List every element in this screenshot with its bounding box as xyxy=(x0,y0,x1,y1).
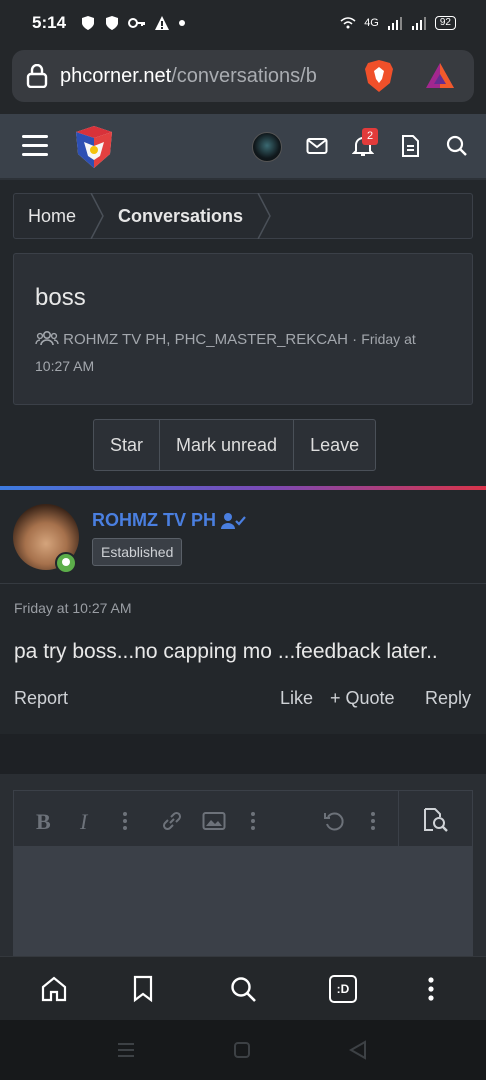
network-label: 4G xyxy=(364,17,379,29)
url-host: phcorner.net xyxy=(60,64,172,87)
recent-apps-icon[interactable] xyxy=(116,1042,136,1058)
home-icon[interactable] xyxy=(40,975,68,1003)
dot-icon xyxy=(179,20,186,26)
preview-icon[interactable] xyxy=(422,807,450,833)
status-bar: 5:14 4G 92 xyxy=(0,0,486,46)
message-date[interactable]: Friday at 10:27 AM xyxy=(14,600,132,616)
conversation-actions: Star Mark unread Leave xyxy=(93,419,377,471)
conversation-header: boss ROHMZ TV PH, PHC_MASTER_REKCAH · Fr… xyxy=(13,253,473,405)
breadcrumb-conversations[interactable]: Conversations xyxy=(104,194,257,238)
more-vertical-icon[interactable] xyxy=(122,811,128,831)
breadcrumb-home[interactable]: Home xyxy=(14,194,90,238)
rewards-icon[interactable] xyxy=(424,61,456,91)
shield-icon xyxy=(82,16,95,30)
lock-icon[interactable] xyxy=(26,64,48,88)
chevron-right-icon xyxy=(90,193,104,239)
bookmark-icon[interactable] xyxy=(132,975,154,1003)
back-icon[interactable] xyxy=(348,1040,368,1060)
reply-editor: B I xyxy=(0,774,486,956)
conversation-meta: ROHMZ TV PH, PHC_MASTER_REKCAH · Friday … xyxy=(35,326,452,380)
vpn-icon xyxy=(340,17,356,29)
search-icon[interactable] xyxy=(229,975,257,1003)
address-bar[interactable]: phcorner.net/conversations/b xyxy=(12,50,474,102)
site-logo[interactable] xyxy=(70,124,118,170)
users-icon xyxy=(35,330,59,346)
url-text[interactable]: phcorner.net/conversations/b xyxy=(60,65,350,88)
more-vertical-icon[interactable] xyxy=(370,811,376,831)
undo-icon[interactable] xyxy=(322,809,346,833)
conversation-participants[interactable]: ROHMZ TV PH, PHC_MASTER_REKCAH xyxy=(63,331,348,348)
online-status-icon xyxy=(55,552,77,574)
more-vertical-icon[interactable] xyxy=(250,811,256,831)
italic-button[interactable]: I xyxy=(80,809,87,835)
message-author[interactable]: ROHMZ TV PH xyxy=(92,510,246,531)
message-header: ROHMZ TV PH Established xyxy=(0,490,486,584)
search-icon[interactable] xyxy=(446,134,468,158)
document-icon[interactable] xyxy=(400,134,420,158)
url-path: /conversations/b xyxy=(171,64,317,87)
toolbar-divider xyxy=(398,791,399,847)
user-avatar[interactable] xyxy=(252,132,282,162)
image-icon[interactable] xyxy=(202,811,226,831)
message: ROHMZ TV PH Established Friday at 10:27 … xyxy=(0,490,486,734)
brave-shield-icon[interactable] xyxy=(364,59,394,93)
verified-user-icon xyxy=(221,512,246,529)
site-header xyxy=(0,114,486,180)
more-vertical-icon[interactable] xyxy=(426,975,436,1003)
notification-badge: 2 xyxy=(362,128,378,145)
battery-indicator: 92 xyxy=(434,16,456,30)
link-icon[interactable] xyxy=(160,809,184,833)
chevron-right-icon xyxy=(257,193,271,239)
reply-link[interactable]: Reply xyxy=(425,688,471,709)
menu-icon[interactable] xyxy=(22,135,48,157)
bold-button[interactable]: B xyxy=(36,809,51,835)
status-right: 4G 92 xyxy=(340,15,456,31)
system-nav-bar xyxy=(0,1020,486,1080)
report-link[interactable]: Report xyxy=(14,688,68,709)
warning-icon xyxy=(155,16,170,30)
home-button-icon[interactable] xyxy=(233,1041,251,1059)
section-gap xyxy=(0,734,486,774)
signal-icon xyxy=(387,17,402,30)
quote-link[interactable]: + Quote xyxy=(330,688,395,709)
status-icons xyxy=(80,15,186,31)
leave-button[interactable]: Leave xyxy=(294,420,375,470)
tabs-button[interactable]: :D xyxy=(329,975,357,1003)
conversation-title: boss xyxy=(35,284,86,311)
star-button[interactable]: Star xyxy=(94,420,161,470)
editor-toolbar: B I xyxy=(13,790,473,847)
signal-icon xyxy=(411,17,426,30)
message-input[interactable] xyxy=(13,846,473,956)
key-icon xyxy=(128,18,146,28)
mark-unread-button[interactable]: Mark unread xyxy=(160,420,295,470)
user-title-badge: Established xyxy=(92,538,183,566)
like-link[interactable]: Like xyxy=(280,688,313,709)
status-time: 5:14 xyxy=(32,13,67,32)
message-body: pa try boss...no capping mo ...feedback … xyxy=(14,640,438,663)
shield-icon xyxy=(106,16,119,30)
author-name[interactable]: ROHMZ TV PH xyxy=(92,510,216,531)
browser-bottom-nav: :D xyxy=(0,956,486,1020)
browser-bar: phcorner.net/conversations/b xyxy=(0,46,486,114)
mail-icon[interactable] xyxy=(306,134,328,158)
meta-separator: · xyxy=(352,331,358,348)
breadcrumb: Home Conversations xyxy=(13,193,473,239)
